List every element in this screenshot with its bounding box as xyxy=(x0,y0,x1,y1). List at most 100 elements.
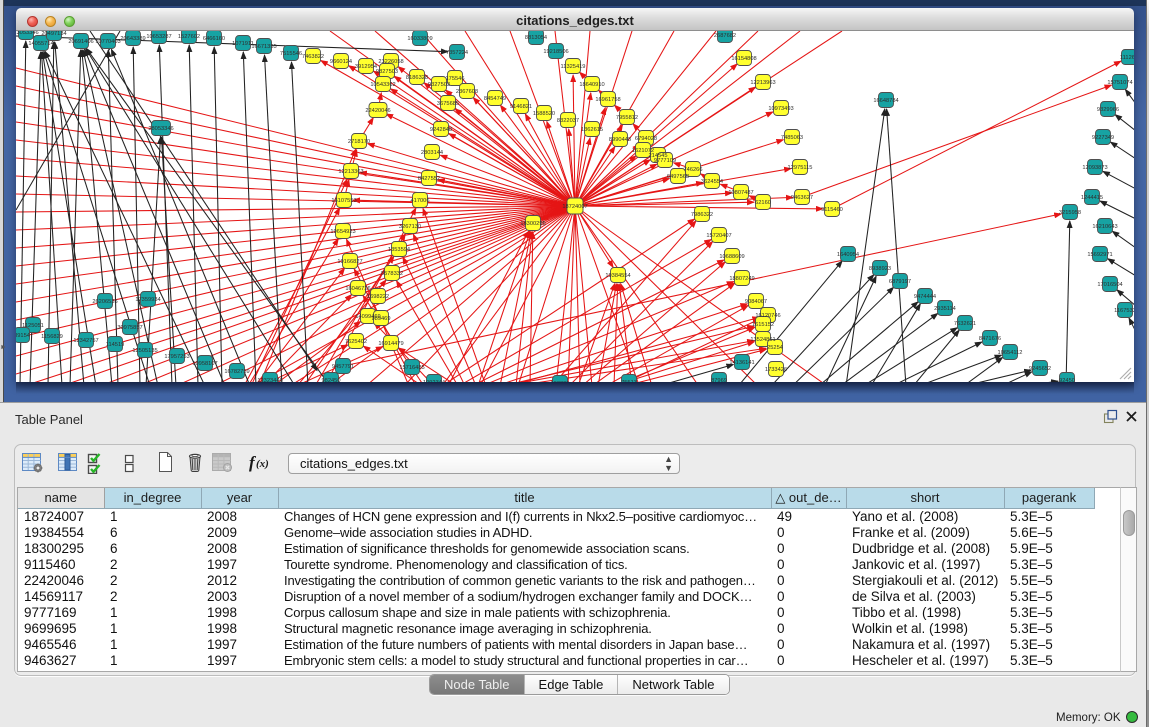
svg-text:18300295: 18300295 xyxy=(520,221,545,227)
svg-text:(x): (x) xyxy=(256,458,269,470)
svg-text:12213363: 12213363 xyxy=(338,169,363,175)
svg-text:9777109: 9777109 xyxy=(654,158,676,164)
svg-text:9327503: 9327503 xyxy=(428,82,450,88)
svg-text:15716485: 15716485 xyxy=(399,365,424,371)
svg-text:9457791: 9457791 xyxy=(332,364,354,370)
svg-text:10653287: 10653287 xyxy=(146,34,171,40)
svg-text:12323446: 12323446 xyxy=(257,378,282,382)
svg-text:746266: 746266 xyxy=(684,167,703,173)
svg-text:2687682: 2687682 xyxy=(714,33,736,39)
svg-text:11325419: 11325419 xyxy=(561,64,586,70)
svg-text:8322037: 8322037 xyxy=(557,118,579,124)
svg-text:3267130: 3267130 xyxy=(399,224,421,230)
svg-text:9827503: 9827503 xyxy=(376,69,398,75)
svg-text:9245652: 9245652 xyxy=(1029,366,1051,372)
svg-text:16154808: 16154808 xyxy=(731,56,756,62)
svg-text:3675685: 3675685 xyxy=(437,101,459,107)
svg-text:26206535: 26206535 xyxy=(92,299,117,305)
svg-text:19166827: 19166827 xyxy=(337,259,362,265)
svg-text:1125051: 1125051 xyxy=(22,323,44,329)
svg-text:10973493: 10973493 xyxy=(768,106,793,112)
svg-text:62160: 62160 xyxy=(755,200,771,206)
svg-text:7485063: 7485063 xyxy=(781,135,803,141)
svg-text:1733426: 1733426 xyxy=(765,367,787,373)
svg-text:9115460: 9115460 xyxy=(821,207,843,213)
svg-text:989469: 989469 xyxy=(372,316,391,322)
svg-text:9227349: 9227349 xyxy=(1092,135,1114,141)
svg-text:8938923: 8938923 xyxy=(869,266,891,272)
svg-text:1698222: 1698222 xyxy=(367,294,389,300)
svg-text:10807487: 10807487 xyxy=(728,190,753,196)
svg-text:16107553: 16107553 xyxy=(331,198,356,204)
svg-text:7955812: 7955812 xyxy=(616,115,638,121)
svg-text:1244415: 1244415 xyxy=(1081,195,1103,201)
svg-text:19654923: 19654923 xyxy=(330,229,355,235)
svg-text:1527602: 1527602 xyxy=(178,34,200,40)
svg-text:6466160: 6466160 xyxy=(203,36,225,42)
svg-text:22420046: 22420046 xyxy=(365,108,390,114)
svg-text:8990448: 8990448 xyxy=(609,137,631,143)
svg-text:13524861: 13524861 xyxy=(750,337,775,343)
svg-text:2367608: 2367608 xyxy=(456,89,478,95)
svg-text:1353594: 1353594 xyxy=(388,247,410,253)
svg-text:7986322: 7986322 xyxy=(691,212,713,218)
svg-text:28053346: 28053346 xyxy=(148,126,173,132)
svg-text:175546: 175546 xyxy=(446,76,465,82)
svg-text:17957253: 17957253 xyxy=(164,354,189,360)
svg-text:10688609: 10688609 xyxy=(719,254,744,260)
svg-text:7357224: 7357224 xyxy=(446,50,468,56)
svg-text:7632621: 7632621 xyxy=(954,321,976,327)
svg-text:17016504: 17016504 xyxy=(1097,282,1122,288)
svg-text:18724007: 18724007 xyxy=(562,204,587,210)
svg-text:417006: 417006 xyxy=(411,198,430,204)
svg-text:23226058: 23226058 xyxy=(378,59,403,65)
svg-text:8454749: 8454749 xyxy=(484,96,506,102)
svg-text:19384554: 19384554 xyxy=(605,273,630,279)
svg-text:2935114: 2935114 xyxy=(934,306,956,312)
svg-text:2718170: 2718170 xyxy=(348,139,370,145)
svg-text:23053346: 23053346 xyxy=(16,31,39,36)
svg-text:8427552: 8427552 xyxy=(418,176,440,182)
svg-text:114519: 114519 xyxy=(106,342,125,348)
svg-text:9242848: 9242848 xyxy=(430,127,452,133)
svg-text:12213963: 12213963 xyxy=(750,80,775,86)
svg-text:7515546: 7515546 xyxy=(280,51,302,57)
svg-text:18640910: 18640910 xyxy=(579,82,604,88)
svg-text:8813054: 8813054 xyxy=(525,35,547,41)
svg-text:10958107: 10958107 xyxy=(192,361,217,367)
svg-text:10770403: 10770403 xyxy=(95,39,120,45)
svg-text:3912954: 3912954 xyxy=(355,64,377,70)
svg-text:3215958: 3215958 xyxy=(1059,210,1081,216)
svg-text:39154: 39154 xyxy=(16,333,30,339)
svg-text:12505135: 12505135 xyxy=(132,348,157,354)
svg-text:1615152: 1615152 xyxy=(752,322,774,328)
svg-text:12975115: 12975115 xyxy=(788,165,813,171)
svg-text:18807249: 18807249 xyxy=(729,276,754,282)
svg-text:7625402: 7625402 xyxy=(345,339,367,345)
svg-text:14055714: 14055714 xyxy=(28,41,53,47)
svg-text:16671355: 16671355 xyxy=(251,44,276,50)
svg-text:8471676: 8471676 xyxy=(979,336,1001,342)
svg-text:15692971: 15692971 xyxy=(1087,252,1112,258)
svg-text:1640954: 1640954 xyxy=(837,252,859,258)
svg-text:7463822: 7463822 xyxy=(302,54,324,60)
svg-text:163305: 163305 xyxy=(551,381,570,382)
svg-text:16210643: 16210643 xyxy=(1092,224,1117,230)
svg-text:30975857: 30975857 xyxy=(117,325,142,331)
svg-text:111263: 111263 xyxy=(1120,55,1134,61)
svg-text:12342757: 12342757 xyxy=(73,338,98,344)
svg-text:982450: 982450 xyxy=(322,378,341,382)
svg-text:16648784: 16648784 xyxy=(873,98,898,104)
svg-text:9474444: 9474444 xyxy=(914,294,936,300)
svg-text:9660124: 9660124 xyxy=(330,59,352,65)
svg-text:16033809: 16033809 xyxy=(407,36,432,42)
svg-text:9146821: 9146821 xyxy=(510,104,532,110)
svg-text:16961758: 16961758 xyxy=(595,97,620,103)
svg-text:16120746: 16120746 xyxy=(755,313,780,319)
svg-text:16782759: 16782759 xyxy=(224,369,249,375)
svg-text:25254: 25254 xyxy=(767,345,783,351)
svg-text:20691406: 20691406 xyxy=(68,39,93,45)
svg-text:9463627: 9463627 xyxy=(791,195,813,201)
svg-text:14136141: 14136141 xyxy=(729,360,754,366)
svg-text:6794028: 6794028 xyxy=(635,136,657,142)
